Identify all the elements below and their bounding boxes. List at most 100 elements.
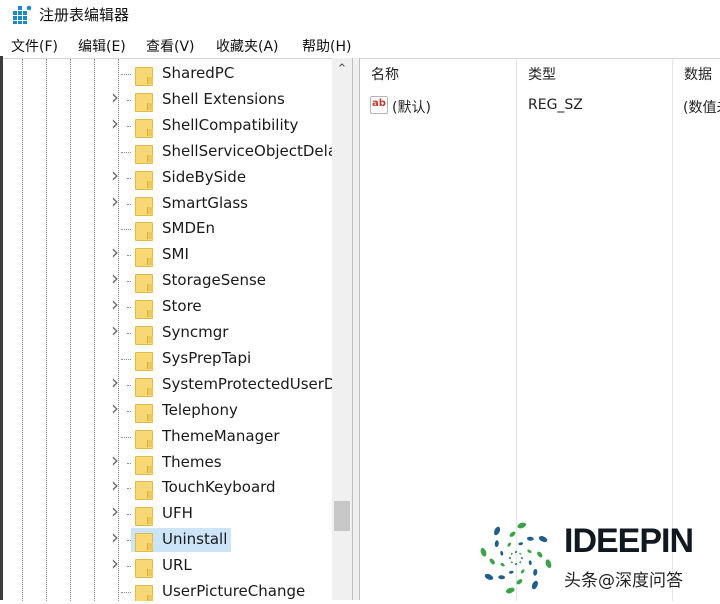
tree-item-label: ShellCompatibility xyxy=(162,115,299,134)
column-header-type[interactable]: 类型 xyxy=(517,59,672,91)
tree-connector xyxy=(127,255,131,257)
tree-item[interactable]: › SideBySide xyxy=(3,165,352,190)
value-name: (默认) xyxy=(392,100,431,116)
tree-connector xyxy=(127,307,131,309)
tree-item[interactable]: › UFH xyxy=(3,501,352,527)
menu-file[interactable]: 文件(F) xyxy=(11,36,58,56)
tree-connector xyxy=(127,384,131,386)
value-row[interactable]: ab (默认) REG_SZ (数值未设置) xyxy=(360,95,720,117)
tree-item[interactable]: › ShellCompatibility xyxy=(3,113,352,138)
tree-item[interactable]: › SystemProtectedUserD xyxy=(3,372,352,397)
tree-connector xyxy=(127,177,131,179)
expand-chevron-icon[interactable]: › xyxy=(111,87,123,107)
expand-chevron-icon[interactable]: › xyxy=(111,372,123,392)
column-header-data[interactable]: 数据 xyxy=(673,59,720,91)
tree-item-label: Telephony xyxy=(162,400,238,419)
watermark-logo-icon xyxy=(480,522,552,594)
tree-item[interactable]: › Shell Extensions xyxy=(3,87,352,112)
tree-item-label: Store xyxy=(162,297,202,316)
tree-item[interactable]: SharedPC xyxy=(3,62,352,86)
menu-favorites[interactable]: 收藏夹(A) xyxy=(216,36,279,56)
expand-chevron-icon[interactable]: › xyxy=(111,242,123,262)
logo-dot xyxy=(526,536,534,541)
tree-item-label: TouchKeyboard xyxy=(162,478,276,497)
tree-connector xyxy=(127,99,131,101)
logo-dot xyxy=(480,547,487,557)
menu-help[interactable]: 帮助(H) xyxy=(302,36,351,56)
tree-item[interactable]: › Store xyxy=(3,294,352,320)
expand-chevron-icon[interactable]: › xyxy=(111,450,123,470)
scroll-thumb[interactable] xyxy=(334,501,350,531)
expand-chevron-icon[interactable]: › xyxy=(111,268,123,288)
menu-view[interactable]: 查看(V) xyxy=(146,36,195,56)
folder-icon xyxy=(134,219,154,242)
tree-item-label: SysPrepTapi xyxy=(162,348,252,367)
logo-dot xyxy=(509,556,511,560)
column-header-name[interactable]: 名称 xyxy=(360,59,517,91)
expand-chevron-icon[interactable]: › xyxy=(111,294,123,314)
logo-dot xyxy=(514,551,518,553)
tree-item[interactable]: › StorageSense xyxy=(3,268,352,294)
tree-connector xyxy=(127,333,131,334)
tree-item[interactable]: › URL xyxy=(3,553,352,579)
tree-item[interactable]: UserPictureChange xyxy=(3,580,352,601)
folder-icon xyxy=(134,271,154,294)
expand-chevron-icon[interactable]: › xyxy=(111,501,123,521)
tree-item-label: SMDEn xyxy=(162,219,215,238)
logo-dot xyxy=(505,587,515,594)
tree-item[interactable]: › SMI xyxy=(3,242,352,268)
tree-connector xyxy=(127,203,131,205)
logo-dot xyxy=(528,560,532,565)
folder-icon xyxy=(134,401,154,423)
tree-item[interactable]: SMDEn xyxy=(3,217,352,242)
tree-item[interactable]: › Syncmgr xyxy=(3,320,352,345)
pane-splitter[interactable] xyxy=(352,58,360,600)
folder-icon xyxy=(134,142,154,164)
folder-icon xyxy=(134,116,154,138)
folder-icon xyxy=(134,349,154,371)
tree-item[interactable]: › TouchKeyboard xyxy=(3,475,352,501)
tree-connector xyxy=(127,281,131,283)
logo-dot xyxy=(537,551,543,558)
expand-chevron-icon[interactable]: › xyxy=(111,527,123,547)
logo-dot xyxy=(527,549,532,553)
registry-editor-icon xyxy=(13,5,32,24)
logo-dot xyxy=(500,551,504,556)
scroll-up-icon[interactable]: ⌃ xyxy=(332,62,352,78)
tree-connector xyxy=(127,566,131,568)
logo-dot xyxy=(498,575,506,580)
expand-chevron-icon[interactable]: › xyxy=(111,398,123,418)
tree-connector xyxy=(121,151,131,153)
tree-item-label: UFH xyxy=(162,504,193,523)
expand-chevron-icon[interactable]: › xyxy=(111,113,123,133)
tree-item[interactable]: SysPrepTapi xyxy=(3,347,352,371)
tree-item-label: UserPictureChange xyxy=(162,582,306,600)
logo-dot xyxy=(494,526,501,536)
logo-dot xyxy=(519,552,522,555)
expand-chevron-icon[interactable]: › xyxy=(111,320,123,340)
expand-chevron-icon[interactable]: › xyxy=(111,553,123,573)
tree-item[interactable]: › Uninstall xyxy=(3,527,352,553)
tree-item[interactable]: ThemeManager xyxy=(3,425,352,449)
folder-icon xyxy=(134,90,154,112)
logo-dot xyxy=(538,536,548,543)
expand-chevron-icon[interactable]: › xyxy=(111,475,123,495)
tree-connector xyxy=(121,229,131,231)
tree-connector xyxy=(127,540,131,542)
tree-item[interactable]: › SmartGlass xyxy=(3,191,352,216)
tree-scrollbar[interactable]: ⌃ xyxy=(332,58,352,600)
tree-item[interactable]: › Telephony xyxy=(3,398,352,423)
tree-item-label: SharedPC xyxy=(162,64,235,82)
folder-icon xyxy=(134,375,154,397)
logo-dot xyxy=(533,568,538,576)
expand-chevron-icon[interactable]: › xyxy=(111,191,123,211)
window-title: 注册表编辑器 xyxy=(39,6,130,24)
tree-item-label: StorageSense xyxy=(162,271,266,290)
menu-edit[interactable]: 编辑(E) xyxy=(78,36,126,56)
expand-chevron-icon[interactable]: › xyxy=(111,165,123,185)
registry-tree[interactable]: SharedPC › Shell Extensions › ShellCompatibi… xyxy=(3,58,352,601)
tree-item-label: Shell Extensions xyxy=(162,89,285,108)
tree-item[interactable]: › Themes xyxy=(3,450,352,475)
tree-connector xyxy=(127,125,131,127)
tree-item[interactable]: ShellServiceObjectDelay xyxy=(3,140,352,164)
